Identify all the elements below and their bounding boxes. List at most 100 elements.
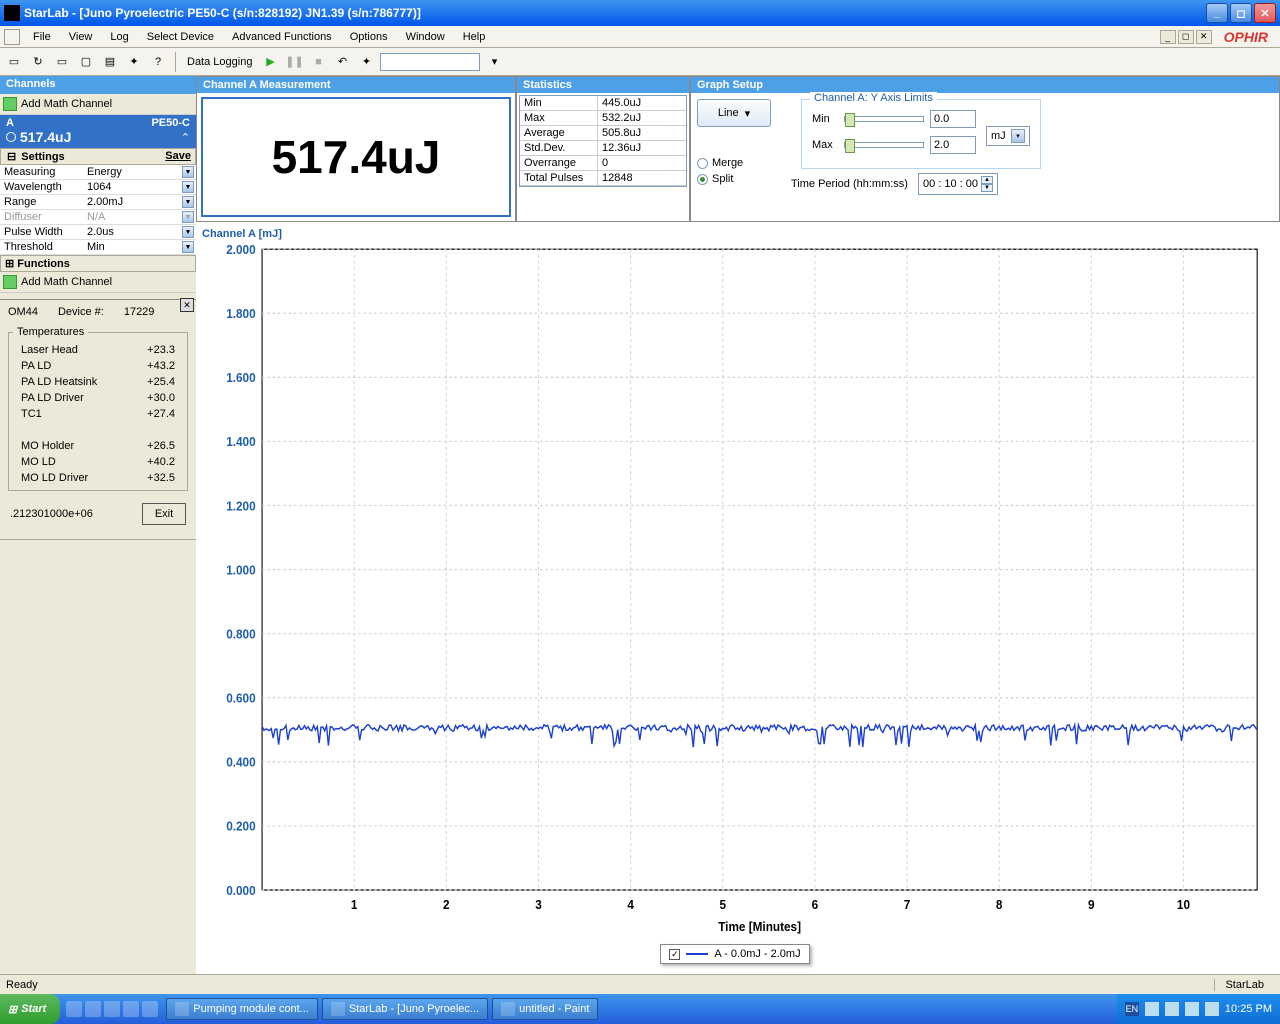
panel-close-icon[interactable]: ✕ [180,298,194,312]
svg-text:6: 6 [812,898,819,913]
svg-text:0.200: 0.200 [226,819,255,834]
graph-type-button[interactable]: Line▾ [697,99,771,127]
stat-row: Min445.0uJ [520,96,686,111]
mdi-close[interactable]: ✕ [1196,30,1212,44]
max-input[interactable] [930,136,976,154]
split-radio[interactable]: Split [697,173,771,185]
start-button[interactable]: ⊞Start [0,994,60,1024]
taskbar-item[interactable]: untitled - Paint [492,998,598,1020]
svg-text:1.600: 1.600 [226,371,255,386]
tools-icon[interactable]: ✦ [356,52,376,72]
min-input[interactable] [930,110,976,128]
y-axis-legend: Channel A: Y Axis Limits [810,92,937,104]
undo-icon[interactable]: ↶ [332,52,352,72]
save-link[interactable]: Save [165,150,191,163]
svg-text:2: 2 [443,898,450,913]
tray-icon[interactable] [1165,1002,1179,1016]
svg-text:1.800: 1.800 [226,306,255,321]
tray-icon[interactable] [1185,1002,1199,1016]
legend-checkbox[interactable]: ✓ [669,949,680,960]
setting-row[interactable]: MeasuringEnergy▼ [0,165,196,180]
window-titlebar: StarLab - [Juno Pyroelectric PE50-C (s/n… [0,0,1280,26]
play-icon[interactable]: ▶ [260,52,280,72]
setting-row[interactable]: Wavelength1064▼ [0,180,196,195]
tool-btn-2[interactable]: ↻ [28,52,48,72]
menu-log[interactable]: Log [101,29,137,45]
spin-up[interactable]: ▲ [981,176,993,184]
dropdown-icon[interactable]: ▼ [182,166,194,178]
exit-button[interactable]: Exit [142,503,186,525]
lang-indicator[interactable]: EN [1125,1002,1139,1016]
tool-btn-6[interactable]: ✦ [124,52,144,72]
com-port: OM44 [8,306,38,318]
menu-window[interactable]: Window [397,29,454,45]
setting-row[interactable]: Pulse Width2.0us▼ [0,225,196,240]
stop-icon[interactable]: ■ [308,52,328,72]
setting-row[interactable]: Range2.00mJ▼ [0,195,196,210]
svg-text:1.000: 1.000 [226,563,255,578]
mdi-restore[interactable]: ◻ [1178,30,1194,44]
window-title: StarLab - [Juno Pyroelectric PE50-C (s/n… [24,6,1206,20]
taskbar-item[interactable]: StarLab - [Juno Pyroelec... [322,998,488,1020]
add-icon [3,275,17,289]
add-math-channel-2[interactable]: Add Math Channel [0,272,196,293]
pause-icon[interactable]: ❚❚ [284,52,304,72]
settings-header[interactable]: ⊟ SettingsSave [0,148,196,165]
menu-advanced-functions[interactable]: Advanced Functions [223,29,341,45]
channel-value: 517.4uJ [20,129,71,145]
svg-text:1.400: 1.400 [226,435,255,450]
minimize-button[interactable]: _ [1206,3,1228,23]
channel-a-block[interactable]: APE50-C 517.4uJ⌃ [0,115,196,148]
time-period-input[interactable]: 00 : 10 : 00▲▼ [918,173,998,195]
device-num-label: Device #: [58,306,104,318]
add-math-channel[interactable]: Add Math Channel [0,94,196,115]
tool-btn-5[interactable]: ▤ [100,52,120,72]
dropdown-icon[interactable]: ▼ [182,226,194,238]
chart-legend[interactable]: ✓ A - 0.0mJ - 2.0mJ [660,944,809,964]
tray-icon[interactable] [1205,1002,1219,1016]
temp-row: PA LD Driver+30.0 [13,390,183,406]
merge-radio[interactable]: Merge [697,157,771,169]
dropdown-icon[interactable]: ▼ [182,241,194,253]
tool-btn-4[interactable]: ▢ [76,52,96,72]
ql-icon[interactable] [142,1001,158,1017]
svg-text:0.000: 0.000 [226,883,255,898]
dropdown-icon: ▾ [745,107,751,120]
menu-file[interactable]: File [24,29,60,45]
functions-header[interactable]: ⊞ Functions [0,255,196,272]
ql-icon[interactable] [104,1001,120,1017]
collapse-icon[interactable]: ⌃ [181,131,190,144]
maximize-button[interactable]: ◻ [1230,3,1252,23]
tool-btn-1[interactable]: ▭ [4,52,24,72]
dropdown-icon[interactable]: ▼ [182,181,194,193]
ql-icon[interactable] [66,1001,82,1017]
min-slider[interactable] [844,116,924,122]
temp-row: Laser Head+23.3 [13,342,183,358]
clock[interactable]: 10:25 PM [1225,1003,1272,1015]
svg-text:1.200: 1.200 [226,499,255,514]
close-button[interactable]: ✕ [1254,3,1276,23]
taskbar-item[interactable]: Pumping module cont... [166,998,318,1020]
log-file-field[interactable] [380,53,480,71]
ql-icon[interactable] [85,1001,101,1017]
chart-plot[interactable]: 0.0000.2000.4000.6000.8001.0001.2001.400… [200,242,1270,938]
dropdown-icon[interactable]: ▼ [182,211,194,223]
setting-row[interactable]: ThresholdMin▼ [0,240,196,255]
ql-icon[interactable] [123,1001,139,1017]
mdi-minimize[interactable]: _ [1160,30,1176,44]
dropdown-icon[interactable]: ▼ [182,196,194,208]
menu-view[interactable]: View [60,29,102,45]
menu-select-device[interactable]: Select Device [138,29,223,45]
system-tray: EN 10:25 PM [1117,994,1280,1024]
dropdown-icon[interactable]: ▾ [484,52,504,72]
tool-btn-3[interactable]: ▭ [52,52,72,72]
tool-help-icon[interactable]: ? [148,52,168,72]
spin-down[interactable]: ▼ [981,184,993,192]
tray-icon[interactable] [1145,1002,1159,1016]
setting-row[interactable]: DiffuserN/A▼ [0,210,196,225]
menu-options[interactable]: Options [341,29,397,45]
unit-dropdown[interactable]: mJ▾ [986,126,1030,146]
menu-help[interactable]: Help [454,29,495,45]
max-slider[interactable] [844,142,924,148]
stat-row: Std.Dev.12.36uJ [520,141,686,156]
